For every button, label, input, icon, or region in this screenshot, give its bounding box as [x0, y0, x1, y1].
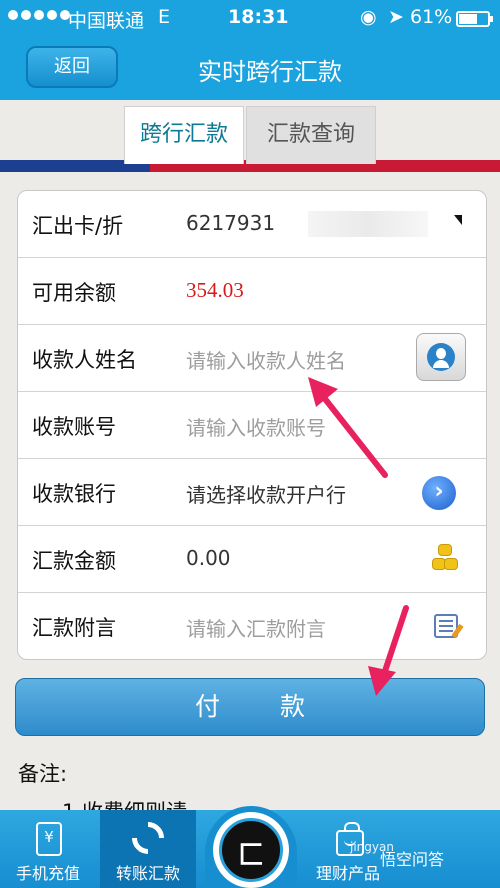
source-card-row[interactable]: 汇出卡/折 6217931: [18, 191, 486, 258]
nav-bar: 返回 实时跨行汇款: [0, 38, 500, 100]
chevron-right-icon[interactable]: ›: [422, 476, 456, 510]
payee-bank-row[interactable]: 收款银行 请选择收款开户行 ›: [18, 459, 486, 526]
contact-picker-button[interactable]: [416, 333, 466, 381]
balance-row: 可用余额 354.03: [18, 258, 486, 325]
network-type: E: [158, 6, 171, 28]
phone-recharge-icon: [36, 822, 62, 856]
page-title: 实时跨行汇款: [198, 58, 342, 86]
tab-label: 手机充值: [15, 864, 80, 883]
signal-icon: [8, 10, 70, 20]
status-bar: 中国联通 E 18:31 ◉ ➤ 61%: [0, 0, 500, 38]
amount-row: 汇款金额 0.00: [18, 526, 486, 593]
clock: 18:31: [228, 6, 289, 28]
battery-percent: 61%: [410, 6, 453, 28]
memo-label: 汇款附言: [32, 616, 116, 640]
payee-name-row: 收款人姓名 请输入收款人姓名: [18, 325, 486, 392]
transfer-icon: [125, 815, 171, 861]
payee-name-input[interactable]: 请输入收款人姓名: [186, 345, 346, 374]
tab-transfer-query[interactable]: 汇款查询: [246, 106, 376, 164]
balance-label: 可用余额: [32, 281, 116, 305]
memo-input[interactable]: 请输入汇款附言: [186, 613, 326, 642]
tab-transfer[interactable]: 转账汇款: [100, 810, 196, 888]
balance-value: 354.03: [186, 278, 244, 302]
payee-account-label: 收款账号: [32, 415, 116, 439]
watermark-site: jingyan: [350, 840, 394, 854]
back-button[interactable]: 返回: [26, 46, 118, 88]
bank-logo-icon: [219, 818, 283, 882]
pay-button[interactable]: 付款: [15, 678, 485, 736]
coins-icon: [430, 544, 460, 574]
memo-row: 汇款附言 请输入汇款附言: [18, 593, 486, 659]
dropdown-icon[interactable]: [454, 215, 462, 225]
amount-input[interactable]: 0.00: [186, 546, 231, 570]
payee-bank-label: 收款银行: [32, 482, 116, 506]
edit-note-icon: [434, 614, 458, 638]
tab-cross-bank-transfer[interactable]: 跨行汇款: [124, 106, 244, 164]
tab-label: 转账汇款: [115, 864, 180, 883]
tab-mobile-recharge[interactable]: 手机充值: [0, 810, 96, 888]
remark-label: 备注:: [18, 762, 68, 786]
payee-name-label: 收款人姓名: [32, 348, 137, 372]
masked-card-digits: [308, 211, 428, 237]
center-home-button[interactable]: [205, 806, 297, 888]
payee-account-row: 收款账号 请输入收款账号: [18, 392, 486, 459]
watermark: jingyan 悟空问答: [350, 840, 444, 870]
rotation-lock-icon: ◉: [360, 6, 377, 28]
source-card-number: 6217931: [186, 211, 276, 235]
source-card-label: 汇出卡/折: [32, 214, 124, 238]
payee-account-input[interactable]: 请输入收款账号: [186, 412, 326, 441]
transfer-form: 汇出卡/折 6217931 可用余额 354.03 收款人姓名 请输入收款人姓名…: [17, 190, 487, 660]
battery-icon: [456, 11, 493, 27]
person-icon: [427, 343, 455, 371]
carrier-label: 中国联通: [68, 10, 145, 32]
location-icon: ➤: [388, 6, 404, 28]
payee-bank-select[interactable]: 请选择收款开户行: [186, 479, 346, 508]
amount-label: 汇款金额: [32, 549, 116, 573]
